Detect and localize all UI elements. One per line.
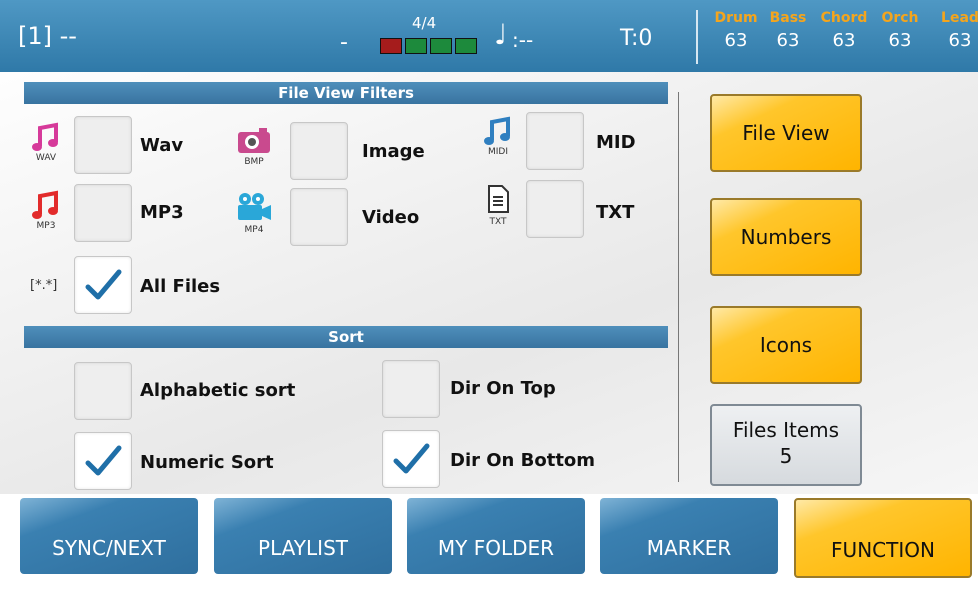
part-orch[interactable]: Orch 63	[870, 10, 930, 51]
bottom-tab-bar: SYNC/NEXT PLAYLIST MY FOLDER MARKER FUNC…	[0, 494, 978, 578]
image-label: Image	[362, 141, 425, 162]
video-checkbox[interactable]	[290, 188, 348, 246]
song-slot: [1] --	[18, 22, 77, 50]
main-panel: File View Filters WAV Wav BMP Image MIDI…	[0, 72, 978, 494]
song-name-placeholder: -	[340, 30, 348, 55]
note-value: :--	[512, 28, 534, 52]
tab-my-folder[interactable]: MY FOLDER	[407, 498, 585, 574]
video-label: Video	[362, 207, 420, 228]
part-name: Lead	[941, 10, 978, 26]
tab-marker[interactable]: MARKER	[600, 498, 778, 574]
dir-on-top-checkbox[interactable]	[382, 360, 440, 418]
icon-caption: WAV	[35, 153, 57, 163]
wildcard-label: [*.*]	[30, 278, 58, 293]
icon-caption: MP3	[36, 221, 56, 231]
mid-checkbox[interactable]	[526, 112, 584, 170]
part-bass[interactable]: Bass 63	[758, 10, 818, 51]
image-checkbox[interactable]	[290, 122, 348, 180]
part-drum[interactable]: Drum 63	[706, 10, 766, 51]
icon-caption: MP4	[244, 225, 264, 235]
numbers-button[interactable]: Numbers	[710, 198, 862, 276]
checkmark-icon	[393, 443, 430, 474]
icons-button[interactable]: Icons	[710, 306, 862, 384]
mp3-checkbox[interactable]	[74, 184, 132, 242]
dir-on-bottom-checkbox[interactable]	[382, 430, 440, 488]
files-items-button[interactable]: Files Items 5	[710, 404, 862, 486]
music-note-icon: WAV	[26, 122, 66, 163]
files-items-value: 5	[779, 444, 793, 468]
part-name: Orch	[881, 10, 919, 26]
dir-on-top-label: Dir On Top	[450, 378, 556, 399]
status-bar: [1] -- - 4/4 ♩ :-- T:0 Drum 63 Bass 63 C…	[0, 0, 978, 72]
part-volume: 63	[888, 30, 912, 51]
all-files-label: All Files	[140, 276, 221, 297]
dir-on-bottom-label: Dir On Bottom	[450, 450, 596, 471]
checkmark-icon	[85, 445, 122, 476]
file-view-button[interactable]: File View	[710, 94, 862, 172]
part-name: Drum	[714, 10, 758, 26]
part-lead[interactable]: Lead 63	[930, 10, 978, 51]
alphabetic-sort-checkbox[interactable]	[74, 362, 132, 420]
tab-function[interactable]: FUNCTION	[794, 498, 972, 578]
beat-indicator	[380, 38, 477, 54]
tab-sync-next[interactable]: SYNC/NEXT	[20, 498, 198, 574]
part-volume: 63	[724, 30, 748, 51]
filters-header: File View Filters	[24, 82, 668, 104]
time-signature: 4/4	[412, 14, 437, 32]
beat-light	[455, 38, 477, 54]
sort-header: Sort	[24, 326, 668, 348]
wav-checkbox[interactable]	[74, 116, 132, 174]
icon-caption: BMP	[244, 157, 264, 167]
tab-playlist[interactable]: PLAYLIST	[214, 498, 392, 574]
beat-light	[405, 38, 427, 54]
document-icon: TXT	[480, 184, 516, 227]
beat-light	[430, 38, 452, 54]
numeric-sort-checkbox[interactable]	[74, 432, 132, 490]
camera-icon: BMP	[232, 126, 276, 167]
music-note-icon: MP3	[26, 190, 66, 231]
part-name: Chord	[820, 10, 868, 26]
wav-label: Wav	[140, 135, 184, 156]
music-note-icon: MIDI	[478, 116, 518, 157]
part-volume: 63	[948, 30, 972, 51]
mid-label: MID	[596, 132, 636, 153]
checkmark-icon	[85, 269, 122, 300]
part-name: Bass	[769, 10, 807, 26]
tempo-display: T:0	[620, 26, 653, 51]
note-icon: ♩	[494, 18, 508, 51]
video-camera-icon: MP4	[232, 192, 276, 235]
divider	[678, 92, 679, 482]
divider	[696, 10, 698, 64]
beat-light	[380, 38, 402, 54]
part-volume: 63	[776, 30, 800, 51]
part-volume: 63	[832, 30, 856, 51]
alphabetic-sort-label: Alphabetic sort	[140, 380, 296, 401]
txt-label: TXT	[596, 202, 635, 223]
icon-caption: MIDI	[487, 147, 508, 157]
files-items-label: Files Items	[732, 418, 840, 442]
part-volumes: Drum 63 Bass 63 Chord 63 Orch 63 Lead 63	[706, 10, 978, 66]
numeric-sort-label: Numeric Sort	[140, 452, 274, 473]
txt-checkbox[interactable]	[526, 180, 584, 238]
mp3-label: MP3	[140, 202, 184, 223]
icon-caption: TXT	[489, 217, 507, 227]
part-chord[interactable]: Chord 63	[814, 10, 874, 51]
all-files-checkbox[interactable]	[74, 256, 132, 314]
